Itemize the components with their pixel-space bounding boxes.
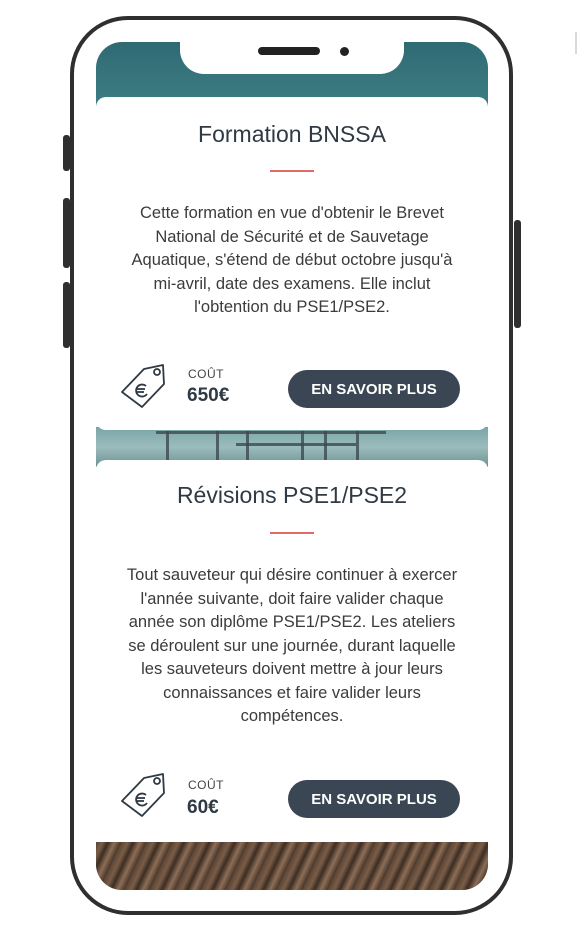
phone-power-button [514,220,521,328]
phone-side-button [63,135,70,171]
title-divider [270,532,314,534]
phone-speaker [258,47,320,55]
card-description: Tout sauveteur qui désire continuer à ex… [126,566,458,725]
card-title: Révisions PSE1/PSE2 [176,482,408,508]
phone-volume-down-button [63,282,70,348]
title-divider [270,170,314,172]
phone-camera [340,47,349,56]
formation-card-bnssa: Formation BNSSA Cette formation en vue d… [96,97,488,430]
price-tag-euro-icon [121,364,165,408]
card-description: Cette formation en vue d'obtenir le Brev… [131,204,453,316]
cost-label: COÛT [188,367,224,381]
background-rock-image [96,842,488,890]
learn-more-button[interactable]: EN SAVOIR PLUS [288,780,460,818]
cost-label: COÛT [188,778,224,792]
phone-volume-up-button [63,198,70,268]
card-title: Formation BNSSA [198,121,386,147]
price-tag-euro-icon [121,773,165,817]
formation-card-revisions: Révisions PSE1/PSE2 Tout sauveteur qui d… [96,460,488,840]
price-value: 60€ [187,797,219,818]
phone-screen: Formation BNSSA Cette formation en vue d… [96,42,488,890]
price-value: 650€ [187,385,230,406]
learn-more-button[interactable]: EN SAVOIR PLUS [288,370,460,408]
edge-mark [575,32,577,54]
